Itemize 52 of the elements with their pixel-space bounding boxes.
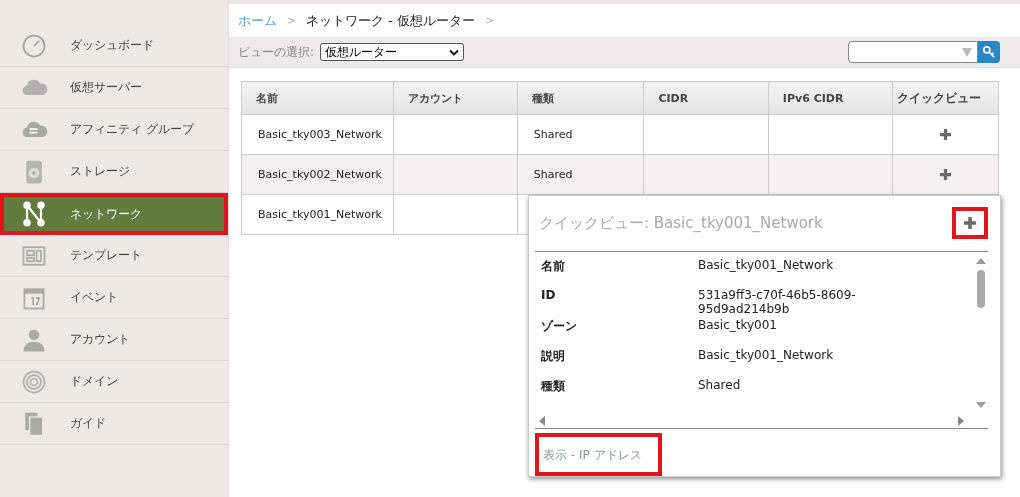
view-select[interactable]: 仮想ルーター: [320, 43, 465, 61]
detail-value: Basic_tky001: [698, 317, 778, 334]
search-button[interactable]: [978, 41, 1000, 63]
dropdown-triangle-icon[interactable]: [962, 47, 972, 57]
detail-value: Basic_tky001_Network: [698, 347, 835, 364]
network-icon: [20, 200, 48, 228]
detail-label: ID: [541, 287, 557, 304]
sidebar-item[interactable]: ドメイン: [0, 361, 228, 403]
column-header: 名前: [241, 81, 394, 115]
column-header: アカウント: [393, 81, 518, 115]
left-arrow-icon[interactable]: [539, 416, 545, 427]
detail-label: 説明: [541, 347, 566, 365]
column-header: CIDR: [643, 81, 769, 115]
view-label: ビューの選択:: [238, 43, 315, 61]
sidebar-item[interactable]: ガイド: [0, 403, 228, 445]
sidebar-item[interactable]: 仮想サーバー: [0, 67, 228, 109]
breadcrumb-separator: >: [287, 14, 297, 27]
column-header: クイックビュー: [892, 81, 999, 115]
table-cell: Shared: [517, 114, 644, 155]
horizontal-scrollbar[interactable]: [535, 414, 988, 429]
detail-value: Shared: [698, 377, 742, 394]
detail-value: Basic_tky001_Network: [698, 257, 835, 274]
breadcrumb-separator: >: [485, 14, 495, 27]
plus-icon: [939, 168, 953, 181]
table-cell: Basic_tky002_Network: [241, 154, 394, 195]
table-cell: Shared: [517, 154, 644, 195]
sidebar-item[interactable]: ダッシュボード: [0, 25, 228, 67]
search-icon: [982, 45, 996, 59]
search-field[interactable]: [848, 41, 978, 63]
chevron-icon: [449, 48, 460, 56]
quickview-button[interactable]: [952, 207, 988, 240]
scroll-thumb[interactable]: [977, 269, 985, 308]
breadcrumb-current: ネットワーク - 仮想ルーター: [306, 11, 476, 30]
table-cell: Basic_tky001_Network: [241, 194, 394, 235]
right-arrow-icon[interactable]: [958, 416, 964, 427]
detail-label: 名前: [541, 257, 566, 275]
plus-icon: [963, 216, 977, 231]
up-arrow-icon[interactable]: [976, 257, 986, 264]
detail-value: 531a9ff3-c70f-46b5-8609-95d9ad214b9b: [698, 287, 857, 318]
quickview-title: クイックビュー: Basic_tky001_Network: [539, 213, 823, 233]
plus-icon: [939, 128, 953, 141]
sidebar-item[interactable]: テンプレート: [0, 235, 228, 277]
detail-label: 種類: [541, 377, 566, 395]
sidebar-item[interactable]: イベント: [0, 277, 228, 319]
detail-label: ゾーン: [541, 317, 578, 335]
sidebar-item[interactable]: ネットワーク: [0, 193, 228, 235]
sidebar-item[interactable]: アフィニティ グループ: [0, 109, 228, 151]
column-header: 種類: [517, 81, 644, 115]
table-cell: Basic_tky003_Network: [241, 114, 394, 155]
sidebar-item[interactable]: アカウント: [0, 319, 228, 361]
column-header: IPv6 CIDR: [768, 81, 893, 115]
down-arrow-icon[interactable]: [976, 402, 986, 409]
